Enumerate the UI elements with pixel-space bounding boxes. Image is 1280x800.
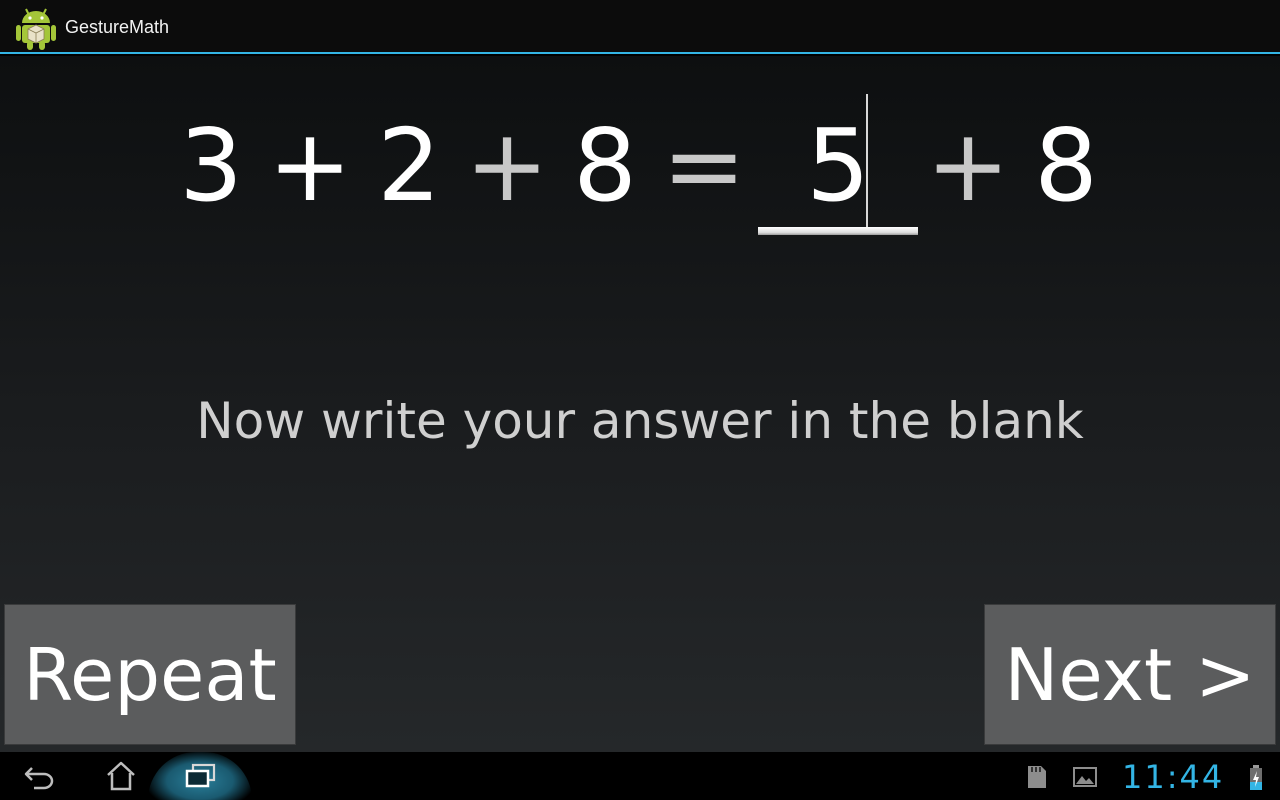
equation-operator: + xyxy=(268,107,352,224)
recent-apps-icon[interactable] xyxy=(184,762,218,790)
text-cursor xyxy=(866,94,868,228)
gallery-icon xyxy=(1073,767,1097,787)
action-bar: GestureMath xyxy=(0,0,1280,54)
next-button-label: Next > xyxy=(1004,632,1256,717)
answer-blank[interactable] xyxy=(758,227,918,235)
battery-charging-icon xyxy=(1250,765,1262,790)
equation-operator: + xyxy=(926,107,1010,224)
app-title: GestureMath xyxy=(65,17,170,37)
equation-term: 2 xyxy=(377,107,441,224)
android-app-icon xyxy=(16,8,56,50)
clock: 11:44 xyxy=(1122,758,1225,796)
system-bar: 11:44 xyxy=(0,752,1280,800)
equation-term: 8 xyxy=(1034,107,1098,224)
main-content: 3 + 2 + 8 = 5 + 8 Now write your answer … xyxy=(0,56,1280,752)
equation-term: 3 xyxy=(179,107,243,224)
back-icon[interactable] xyxy=(22,762,58,790)
home-icon[interactable] xyxy=(104,760,138,792)
equation-term: 8 xyxy=(573,107,637,224)
answer-input-value[interactable]: 5 xyxy=(806,116,870,216)
instruction-text: Now write your answer in the blank xyxy=(196,392,1084,450)
repeat-button-label: Repeat xyxy=(23,632,277,717)
next-button[interactable]: Next > xyxy=(984,604,1276,745)
equation-operator: + xyxy=(465,107,549,224)
equals-sign: = xyxy=(662,107,746,224)
repeat-button[interactable]: Repeat xyxy=(4,604,296,745)
sd-card-icon xyxy=(1028,766,1046,788)
